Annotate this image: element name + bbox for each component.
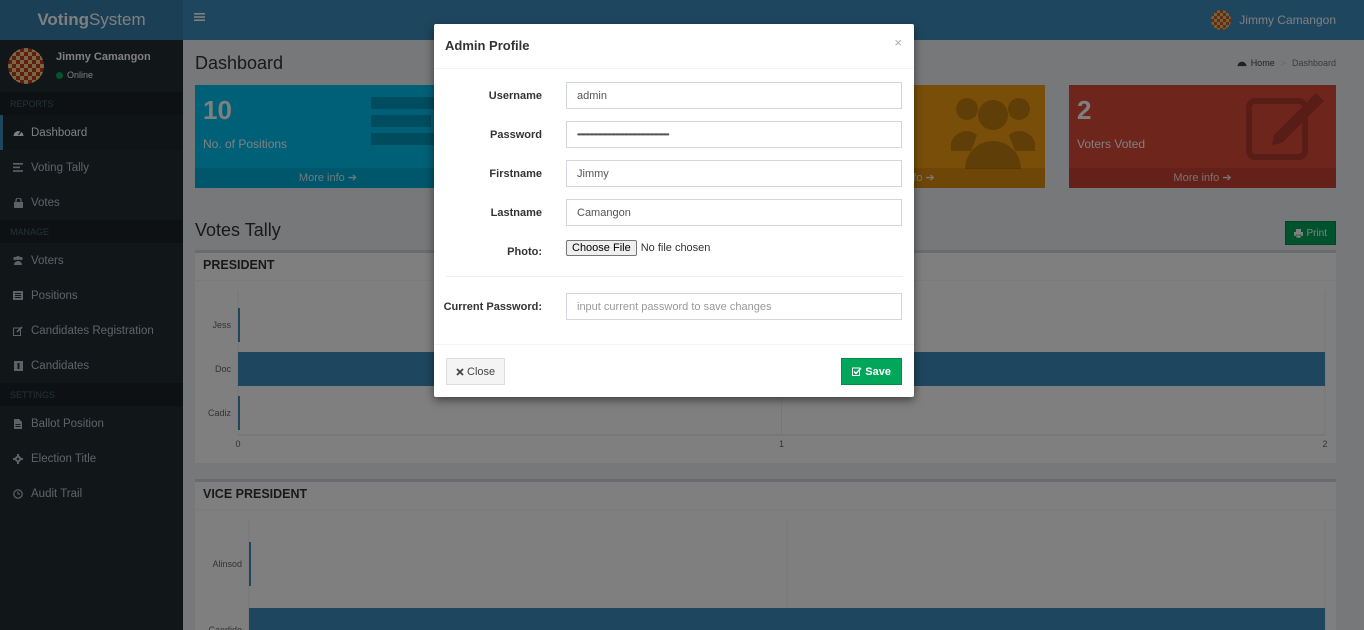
current-password-label: Current Password:: [443, 301, 542, 313]
current-password-field[interactable]: [566, 293, 902, 320]
firstname-field[interactable]: [566, 160, 902, 187]
password-field[interactable]: ••••••••••••••••••••••••••••••••••••••••…: [566, 121, 902, 148]
photo-label: Photo:: [507, 246, 542, 258]
modal-header: Admin Profile ×: [434, 24, 914, 69]
password-row: Password •••••••••••••••••••••••••••••••…: [434, 121, 914, 148]
photo-file-input: Choose File No file chosen: [566, 240, 710, 256]
file-status-text: No file chosen: [640, 242, 711, 254]
firstname-row: Firstname: [434, 160, 914, 187]
modal-title: Admin Profile: [445, 38, 530, 53]
lastname-row: Lastname: [434, 199, 914, 226]
password-label: Password: [490, 129, 542, 141]
close-button[interactable]: Close: [446, 358, 506, 385]
lastname-field[interactable]: [566, 199, 902, 226]
username-row: Username: [434, 82, 914, 109]
lastname-label: Lastname: [490, 207, 542, 219]
admin-profile-modal: Admin Profile × Username Password ••••••…: [434, 24, 914, 397]
username-label: Username: [488, 90, 542, 102]
close-icon[interactable]: ×: [894, 35, 902, 50]
firstname-label: Firstname: [489, 168, 542, 180]
modal-footer: Close Save: [434, 344, 914, 397]
username-field[interactable]: [566, 82, 902, 109]
close-icon: [456, 367, 464, 376]
photo-row: Photo: Choose File No file chosen: [434, 238, 914, 265]
save-button[interactable]: Save: [841, 358, 902, 385]
current-password-row: Current Password:: [434, 293, 914, 320]
check-square-icon: [852, 367, 862, 376]
choose-file-button[interactable]: Choose File: [566, 240, 637, 256]
form-divider: [446, 276, 903, 277]
